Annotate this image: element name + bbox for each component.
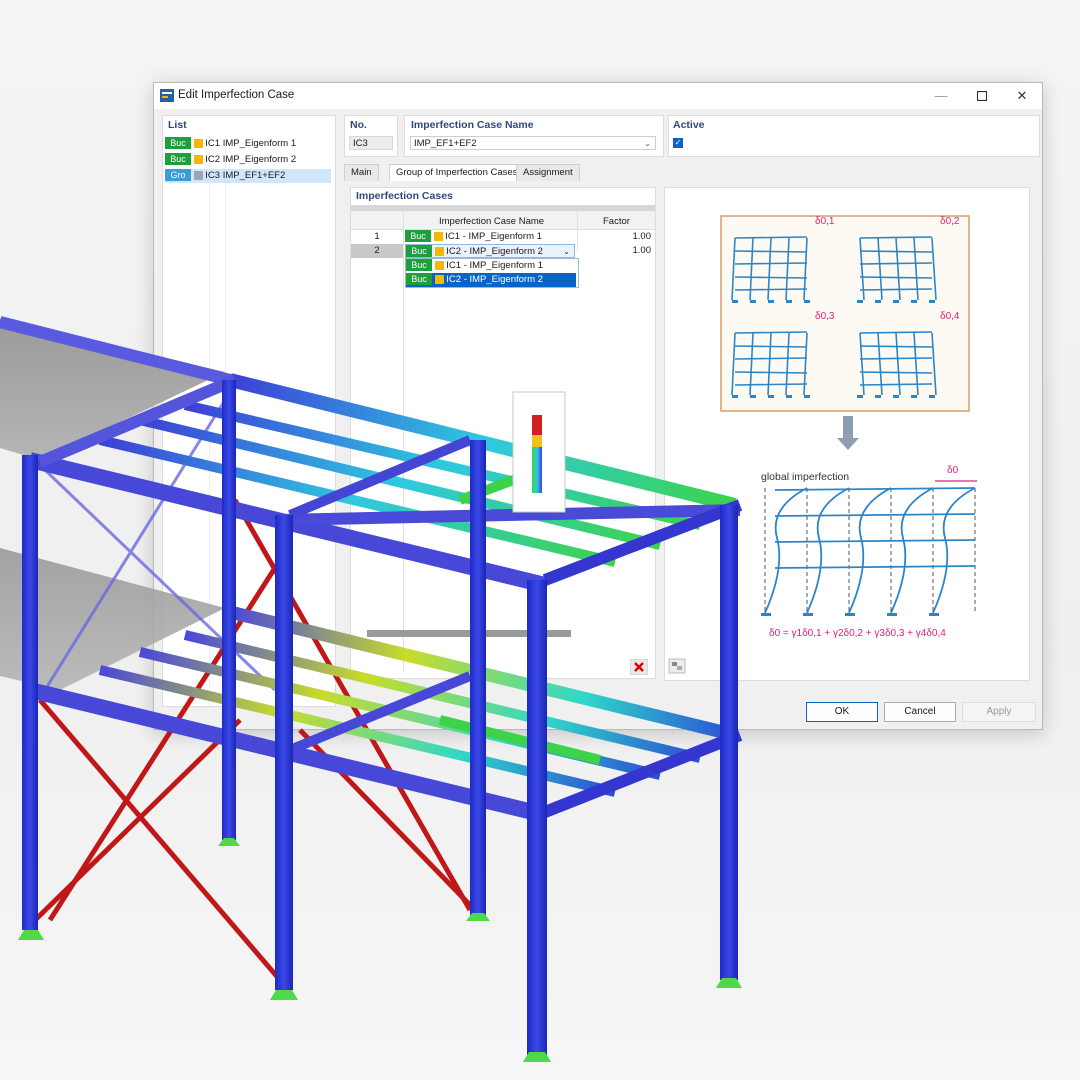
supports	[18, 838, 742, 1062]
structure-3d-render	[0, 316, 743, 1062]
color-panel	[512, 391, 566, 513]
